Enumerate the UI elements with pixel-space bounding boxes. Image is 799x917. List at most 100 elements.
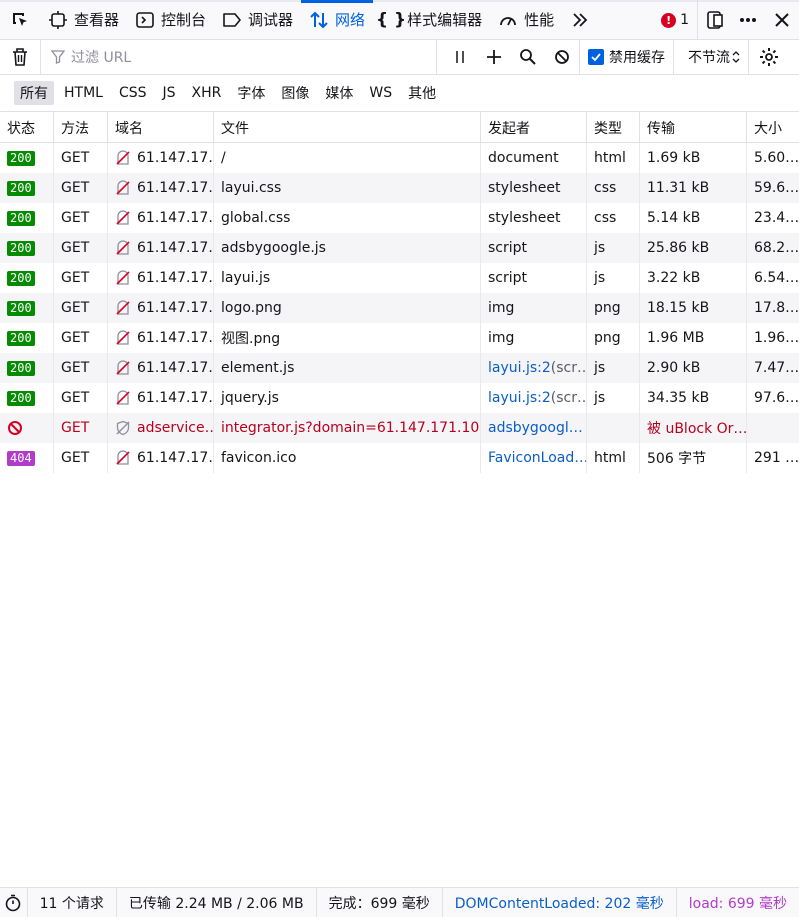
column-header[interactable]: 文件 [214,112,481,143]
table-row[interactable]: 200 GET 61.147.17… layui.css stylesheet css 11… [0,173,799,203]
request-table-header: 状态 方法 域名 文件 发起者 类型 传输 大小 [0,112,799,143]
chevron-double-right-icon [570,10,590,30]
file-cell: jquery.js [214,383,481,413]
table-row[interactable]: 200 GET 61.147.17… logo.png img png 18.15 kB 17… [0,293,799,323]
type-filter-button[interactable]: CSS [113,83,153,103]
tab-style-editor[interactable]: { } 样式编辑器 [373,0,490,40]
file-cell: / [214,143,481,173]
tab-console[interactable]: 控制台 [127,0,214,40]
column-header[interactable]: 域名 [108,112,214,143]
blocked-icon [8,421,22,435]
table-row[interactable]: 200 GET 61.147.17… element.js layui.js:2 (sc… [0,353,799,383]
add-request-button[interactable] [477,40,511,75]
domain-cell: 61.147.17… [108,203,214,233]
type-cell: html [587,443,640,473]
tab-debugger[interactable]: 调试器 [214,0,301,40]
insecure-connection-icon [115,300,131,316]
initiator-text[interactable]: layui.js:2 [488,360,551,376]
more-tabs-button[interactable] [562,0,598,40]
responsive-mode-button[interactable] [697,0,731,40]
column-header[interactable]: 传输 [640,112,747,143]
table-row[interactable]: 200 GET 61.147.17… layui.js script js 3.22 kB 6… [0,263,799,293]
pause-button[interactable] [443,40,477,75]
type-filter-button[interactable]: WS [363,83,398,103]
domain-cell: 61.147.17… [108,323,214,353]
disable-cache-label: 禁用缓存 [609,50,665,66]
tab-label: 调试器 [248,11,294,29]
network-status-bar: 11 个请求 已传输 2.24 MB / 2.06 MB 完成：699 毫秒 D… [0,887,799,917]
request-list: 200 GET 61.147.17… / document html 1.69 kB 5.60… [0,143,799,473]
domain-text: adservice… [137,420,214,436]
file-cell: global.css [214,203,481,233]
performance-analysis-button[interactable] [0,887,28,917]
network-filter-toolbar: 过滤 URL 禁用缓存 不节流 [0,39,799,75]
style-editor-icon: { } [376,9,407,30]
dom-content-loaded-time: DOMContentLoaded: 202 毫秒 [443,887,677,917]
column-header[interactable]: 类型 [587,112,640,143]
element-picker-button[interactable] [0,0,40,40]
initiator-text: stylesheet [488,180,561,196]
close-devtools-button[interactable] [765,0,799,40]
pause-icon [456,51,464,63]
search-button[interactable] [511,40,545,75]
disable-cache-toggle[interactable]: 禁用缓存 [579,39,673,75]
initiator-text: script [488,270,528,286]
close-icon [775,13,789,27]
settings-button[interactable] [748,39,788,75]
type-filter-button[interactable]: 其他 [402,81,442,105]
clear-button[interactable] [0,40,40,75]
tab-label: 控制台 [161,11,207,29]
table-row[interactable]: 200 GET 61.147.17… jquery.js layui.js:2 (scr… [0,383,799,413]
column-header[interactable]: 状态 [0,112,54,143]
table-row[interactable]: 200 GET 61.147.17… 视图.png img png 1.96 MB 1.96… [0,323,799,353]
table-row[interactable]: 200 GET 61.147.17… / document html 1.69 kB 5.60… [0,143,799,173]
transfer-cell: 11.31 kB [640,173,747,203]
size-cell: 23.4… [754,210,799,226]
type-cell: html [587,143,640,173]
initiator-cell: img [481,293,587,323]
table-row[interactable]: 404 GET 61.147.17… favicon.ico FaviconLoad… h… [0,443,799,473]
checkbox-checked-icon[interactable] [588,49,604,65]
column-header[interactable]: 大小 [747,112,799,143]
size-cell: 59.6… [754,180,799,196]
file-cell: layui.css [214,173,481,203]
domain-cell: adservice… [108,413,214,443]
plus-icon [487,50,501,64]
method-cell: GET [54,383,108,413]
table-row[interactable]: 200 GET 61.147.17… adsbygoogle.js script js 25… [0,233,799,263]
type-filter-button[interactable]: JS [157,83,182,103]
domain-text: 61.147.17… [137,240,214,256]
initiator-text[interactable]: adsbygoogl… [488,420,583,436]
status-cell: 200 [0,143,54,173]
domain-cell: 61.147.17… [108,443,214,473]
more-options-button[interactable] [731,0,765,40]
column-header[interactable]: 发起者 [481,112,587,143]
type-filter-button[interactable]: 字体 [231,81,271,105]
initiator-cause: (scr… [550,390,587,406]
status-cell: 200 [0,203,54,233]
tab-performance[interactable]: 性能 [490,0,562,40]
initiator-cell: FaviconLoad… [481,443,587,473]
insecure-connection-icon [115,450,131,466]
type-filter-button[interactable]: XHR [186,83,228,103]
throttling-select[interactable]: 不节流 [673,39,748,75]
transferred-size: 已传输 2.24 MB / 2.06 MB [117,887,317,917]
filter-url-input[interactable]: 过滤 URL [40,39,436,75]
type-filter-button[interactable]: 图像 [275,81,315,105]
tab-inspector[interactable]: 查看器 [40,0,127,40]
tab-network[interactable]: 网络 [301,0,374,40]
type-filter-button[interactable]: 媒体 [319,81,359,105]
type-filter-button[interactable]: 所有 [14,81,54,105]
block-icon [555,50,569,64]
table-row[interactable]: GET adservice… integrator.js?domain=61.147… [0,413,799,443]
request-blocking-button[interactable] [545,40,579,75]
type-filter-button[interactable]: HTML [58,83,109,103]
finish-time: 完成：699 毫秒 [317,887,443,917]
insecure-connection-icon [115,240,131,256]
initiator-text[interactable]: layui.js:2 [488,390,551,406]
error-count-button[interactable]: ! 1 [653,12,697,28]
initiator-text[interactable]: FaviconLoad… [488,450,586,466]
table-row[interactable]: 200 GET 61.147.17… global.css stylesheet css 5… [0,203,799,233]
filter-placeholder: 过滤 URL [71,50,132,66]
column-header[interactable]: 方法 [54,112,108,143]
